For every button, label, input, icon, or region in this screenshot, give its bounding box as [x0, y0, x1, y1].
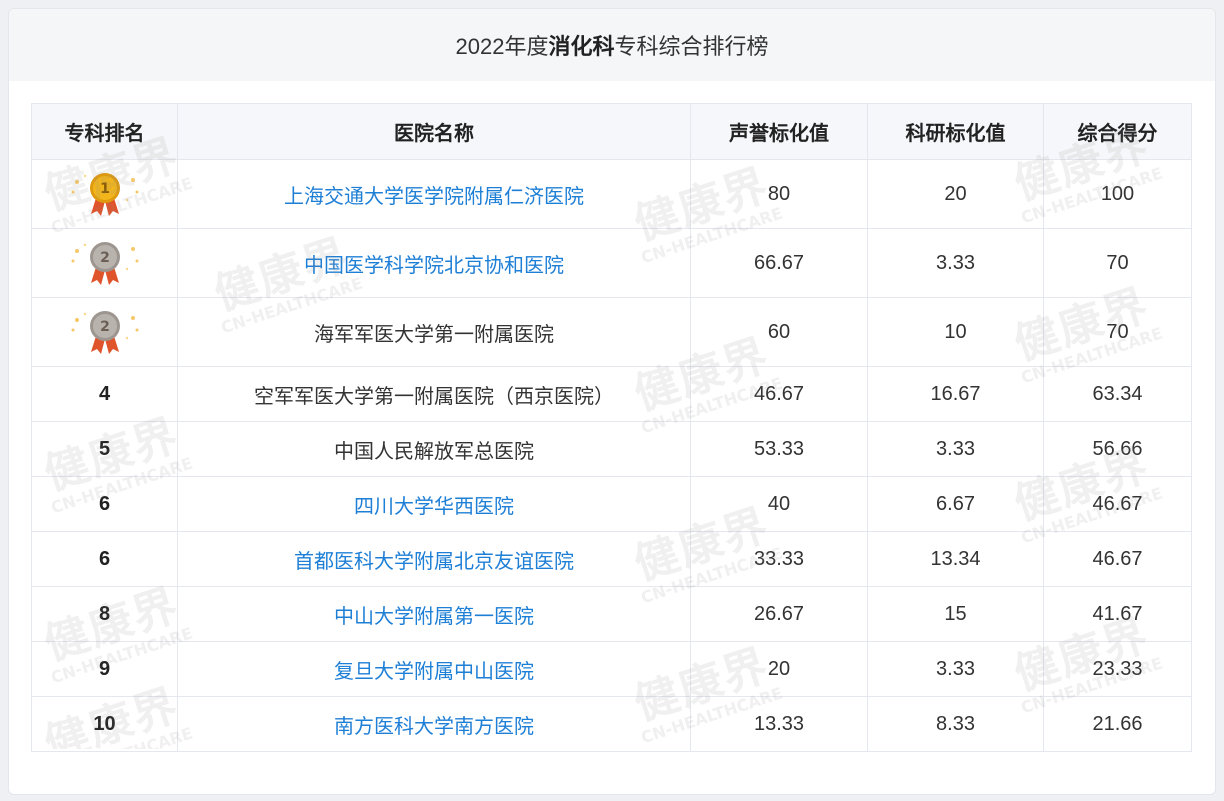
table-row: 9 复旦大学附属中山医院 20 3.33 23.33 — [31, 641, 1192, 697]
total-cell: 41.67 — [1043, 586, 1192, 642]
hospital-link[interactable]: 四川大学华西医院 — [354, 496, 514, 518]
hospital-cell: 中国医学科学院北京协和医院 — [177, 228, 691, 298]
total-cell: 100 — [1043, 159, 1192, 229]
rank-cell: 4 — [31, 366, 178, 422]
research-cell: 15 — [867, 586, 1044, 642]
rank-medal-icon: 2 — [31, 297, 178, 367]
hospital-cell: 首都医科大学附属北京友谊医院 — [177, 531, 691, 587]
reputation-cell: 53.33 — [690, 421, 868, 477]
ranking-card: 2022年度 消化科 专科综合排行榜 专科排名 医院名称 声誉标化值 科研标化值 综… — [8, 8, 1216, 795]
table-row: 5 中国人民解放军总医院 53.33 3.33 56.66 — [31, 421, 1192, 477]
reputation-cell: 40 — [690, 476, 868, 532]
rank-medal-icon: 2 — [31, 228, 178, 298]
title-suffix: 专科综合排行榜 — [614, 34, 769, 59]
total-cell: 70 — [1043, 228, 1192, 298]
hospital-cell: 空军军医大学第一附属医院（西京医院） — [177, 366, 691, 422]
reputation-cell: 26.67 — [690, 586, 868, 642]
hospital-cell: 南方医科大学南方医院 — [177, 696, 691, 752]
hospital-name: 中国人民解放军总医院 — [334, 440, 534, 463]
hospital-link[interactable]: 中山大学附属第一医院 — [334, 606, 534, 628]
reputation-cell: 33.33 — [690, 531, 868, 587]
reputation-cell: 20 — [690, 641, 868, 697]
hospital-link[interactable]: 中国医学科学院北京协和医院 — [304, 255, 564, 277]
rank-medal-icon: 1 — [31, 159, 178, 229]
research-cell: 3.33 — [867, 421, 1044, 477]
reputation-cell: 80 — [690, 159, 868, 229]
rank-cell: 10 — [31, 696, 178, 752]
total-cell: 21.66 — [1043, 696, 1192, 752]
reputation-cell: 13.33 — [690, 696, 868, 752]
rank-cell: 5 — [31, 421, 178, 477]
table-body: 1 上海交通大学医学院附属仁济医院 80 20 100 2 中国医学科学院北京协和医院 66.… — [31, 159, 1192, 752]
research-cell: 10 — [867, 297, 1044, 367]
table-header-row: 专科排名 医院名称 声誉标化值 科研标化值 综合得分 — [31, 103, 1192, 160]
rank-cell: 6 — [31, 531, 178, 587]
table-row: 1 上海交通大学医学院附属仁济医院 80 20 100 — [31, 159, 1192, 229]
research-cell: 6.67 — [867, 476, 1044, 532]
reputation-cell: 46.67 — [690, 366, 868, 422]
table-row: 6 首都医科大学附属北京友谊医院 33.33 13.34 46.67 — [31, 531, 1192, 587]
reputation-cell: 66.67 — [690, 228, 868, 298]
total-cell: 56.66 — [1043, 421, 1192, 477]
hospital-cell: 四川大学华西医院 — [177, 476, 691, 532]
title-highlight: 消化科 — [548, 34, 615, 59]
hospital-cell: 中山大学附属第一医院 — [177, 586, 691, 642]
rank-cell: 6 — [31, 476, 178, 532]
total-cell: 23.33 — [1043, 641, 1192, 697]
hospital-link[interactable]: 南方医科大学南方医院 — [334, 716, 534, 738]
table-row: 8 中山大学附属第一医院 26.67 15 41.67 — [31, 586, 1192, 642]
total-cell: 46.67 — [1043, 476, 1192, 532]
hospital-name: 空军军医大学第一附属医院（西京医院） — [254, 385, 614, 408]
table-row: 2 中国医学科学院北京协和医院 66.67 3.33 70 — [31, 228, 1192, 298]
total-cell: 46.67 — [1043, 531, 1192, 587]
header-research: 科研标化值 — [867, 103, 1044, 160]
research-cell: 20 — [867, 159, 1044, 229]
research-cell: 13.34 — [867, 531, 1044, 587]
svg-text:2: 2 — [100, 319, 110, 335]
hospital-cell: 复旦大学附属中山医院 — [177, 641, 691, 697]
hospital-cell: 中国人民解放军总医院 — [177, 421, 691, 477]
hospital-link[interactable]: 复旦大学附属中山医院 — [334, 661, 534, 683]
svg-text:2: 2 — [100, 250, 110, 266]
rank-cell: 9 — [31, 641, 178, 697]
total-cell: 63.34 — [1043, 366, 1192, 422]
header-hospital: 医院名称 — [177, 103, 691, 160]
hospital-link[interactable]: 首都医科大学附属北京友谊医院 — [294, 551, 574, 573]
ranking-table: 专科排名 医院名称 声誉标化值 科研标化值 综合得分 1 上海交通大学医学院附属仁… — [31, 103, 1192, 752]
rank-cell: 8 — [31, 586, 178, 642]
hospital-name: 海军军医大学第一附属医院 — [314, 323, 554, 346]
research-cell: 8.33 — [867, 696, 1044, 752]
svg-text:1: 1 — [100, 181, 110, 197]
research-cell: 3.33 — [867, 228, 1044, 298]
table-row: 2 海军军医大学第一附属医院 60 10 70 — [31, 297, 1192, 367]
research-cell: 3.33 — [867, 641, 1044, 697]
header-total: 综合得分 — [1043, 103, 1192, 160]
research-cell: 16.67 — [867, 366, 1044, 422]
hospital-cell: 上海交通大学医学院附属仁济医院 — [177, 159, 691, 229]
header-reputation: 声誉标化值 — [690, 103, 868, 160]
reputation-cell: 60 — [690, 297, 868, 367]
hospital-link[interactable]: 上海交通大学医学院附属仁济医院 — [284, 186, 584, 208]
title-prefix: 2022年度 — [455, 34, 549, 59]
ranking-table-wrap: 专科排名 医院名称 声誉标化值 科研标化值 综合得分 1 上海交通大学医学院附属仁… — [31, 103, 1192, 752]
total-cell: 70 — [1043, 297, 1192, 367]
header-rank: 专科排名 — [31, 103, 178, 160]
hospital-cell: 海军军医大学第一附属医院 — [177, 297, 691, 367]
page-title: 2022年度 消化科 专科综合排行榜 — [9, 9, 1215, 81]
table-row: 6 四川大学华西医院 40 6.67 46.67 — [31, 476, 1192, 532]
table-row: 4 空军军医大学第一附属医院（西京医院） 46.67 16.67 63.34 — [31, 366, 1192, 422]
table-row: 10 南方医科大学南方医院 13.33 8.33 21.66 — [31, 696, 1192, 752]
